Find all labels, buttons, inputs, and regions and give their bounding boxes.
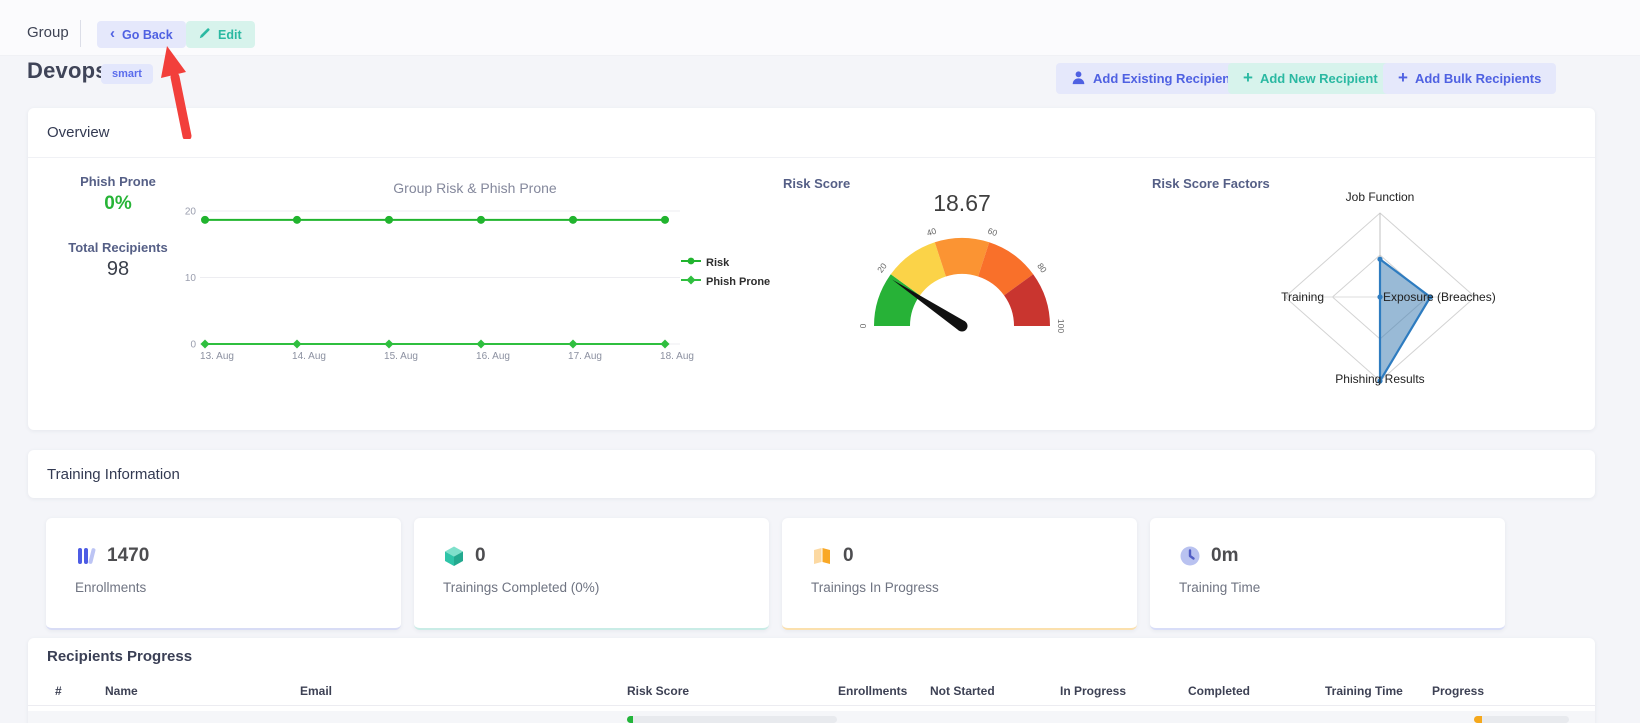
column-header-name: Name [105, 684, 138, 698]
column-header-completed: Completed [1188, 684, 1250, 698]
open-book-icon [811, 545, 833, 567]
breadcrumb: Group [27, 24, 69, 41]
bar-chart-icon [75, 545, 97, 567]
svg-text:40: 40 [925, 226, 937, 239]
total-recipients-label: Total Recipients [48, 240, 188, 255]
risk-score-factors-label: Risk Score Factors [1152, 176, 1270, 191]
svg-text:18. Aug: 18. Aug [660, 351, 694, 362]
add-existing-recipient-label: Add Existing Recipient [1093, 71, 1235, 86]
overview-card: Overview Phish Prone 0% Total Recipients… [28, 108, 1595, 430]
legend-item-phish-prone: Phish Prone [681, 275, 770, 288]
trainings-completed-label: Trainings Completed (0%) [443, 580, 599, 595]
svg-text:0: 0 [190, 340, 196, 351]
training-time-value: 0m [1211, 545, 1238, 567]
enrollments-label: Enrollments [75, 580, 146, 595]
svg-text:15. Aug: 15. Aug [384, 351, 418, 362]
column-header-in-progress: In Progress [1060, 684, 1126, 698]
column-header-progress: Progress [1432, 684, 1484, 698]
svg-text:13. Aug: 13. Aug [200, 351, 234, 362]
stat-card-trainings-in-progress: 0 Trainings In Progress [782, 518, 1137, 630]
line-chart-legend: Risk Phish Prone [681, 256, 770, 288]
user-icon [1071, 70, 1086, 88]
table-row[interactable] [28, 711, 1595, 723]
trainings-in-progress-value: 0 [843, 545, 854, 567]
enrollments-value: 1470 [107, 545, 149, 567]
add-existing-recipient-button[interactable]: Add Existing Recipient [1056, 63, 1250, 94]
go-back-label: Go Back [122, 28, 173, 42]
svg-text:10: 10 [185, 273, 197, 284]
column-header-enrollments: Enrollments [838, 684, 907, 698]
training-information-card: Training Information [28, 450, 1595, 498]
column-header-risk-score: Risk Score [627, 684, 689, 698]
radar-axis-training: Training [1230, 290, 1324, 304]
cube-icon [443, 545, 465, 567]
svg-text:0: 0 [858, 323, 868, 328]
add-new-recipient-label: Add New Recipient [1260, 71, 1378, 86]
risk-score-gauge: 0 20 40 60 80 100 [852, 214, 1072, 339]
column-header-not-started: Not Started [930, 684, 995, 698]
stat-card-training-time: 0m Training Time [1150, 518, 1505, 630]
recipients-progress-card: Recipients Progress # Name Email Risk Sc… [28, 638, 1595, 723]
recipients-table-header: # Name Email Risk Score Enrollments Not … [28, 684, 1595, 704]
stat-card-enrollments: 1470 Enrollments [46, 518, 401, 630]
add-bulk-recipients-button[interactable]: + Add Bulk Recipients [1383, 63, 1556, 94]
svg-text:17. Aug: 17. Aug [568, 351, 602, 362]
breadcrumb-divider [80, 20, 81, 47]
radar-axis-phishing-results: Phishing Results [1320, 372, 1440, 386]
phish-prone-label: Phish Prone [48, 174, 188, 189]
progress-progress-bar [1474, 716, 1569, 723]
training-section-title: Training Information [28, 450, 1595, 498]
column-header-training-time: Training Time [1325, 684, 1403, 698]
risk-score-value: 18.67 [882, 190, 1042, 217]
stat-card-trainings-completed: 0 Trainings Completed (0%) [414, 518, 769, 630]
add-bulk-recipients-label: Add Bulk Recipients [1415, 71, 1541, 86]
table-header-divider [28, 705, 1595, 706]
group-detail-page: Group ‹ Go Back Edit Devops smart Add Ex… [0, 0, 1640, 723]
pencil-icon [199, 27, 211, 42]
total-recipients-value: 98 [48, 258, 188, 281]
phish-prone-series-marker-icon [681, 275, 701, 288]
radar-axis-job-function: Job Function [1320, 190, 1440, 204]
svg-text:20: 20 [875, 261, 889, 275]
risk-series-marker-icon [681, 256, 701, 269]
plus-icon: + [1398, 69, 1408, 86]
trainings-completed-value: 0 [475, 545, 486, 567]
edit-label: Edit [218, 28, 242, 42]
column-header-index: # [55, 684, 62, 698]
svg-text:14. Aug: 14. Aug [292, 351, 326, 362]
add-new-recipient-button[interactable]: + Add New Recipient [1228, 63, 1393, 94]
legend-label-phish-prone: Phish Prone [706, 276, 770, 288]
phish-prone-value: 0% [48, 193, 188, 215]
trainings-in-progress-label: Trainings In Progress [811, 580, 939, 595]
svg-text:60: 60 [987, 226, 999, 239]
risk-score-progress-bar [627, 716, 837, 723]
svg-text:20: 20 [185, 207, 197, 218]
column-header-email: Email [300, 684, 332, 698]
radar-axis-exposure-breaches: Exposure (Breaches) [1383, 290, 1513, 304]
svg-text:100: 100 [1056, 319, 1066, 333]
edit-button[interactable]: Edit [186, 21, 255, 48]
chevron-left-icon: ‹ [110, 26, 115, 41]
svg-text:16. Aug: 16. Aug [476, 351, 510, 362]
svg-text:80: 80 [1035, 261, 1049, 275]
legend-label-risk: Risk [706, 257, 729, 269]
training-time-label: Training Time [1179, 580, 1260, 595]
line-chart-title: Group Risk & Phish Prone [175, 180, 775, 196]
recipients-section-title: Recipients Progress [47, 648, 192, 665]
overview-section-title: Overview [28, 108, 1595, 158]
plus-icon: + [1243, 69, 1253, 86]
go-back-button[interactable]: ‹ Go Back [97, 21, 186, 48]
risk-score-label: Risk Score [783, 176, 850, 191]
clock-icon [1179, 545, 1201, 567]
page-title: Devops [27, 58, 108, 84]
legend-item-risk: Risk [681, 256, 770, 269]
smart-badge: smart [101, 64, 153, 84]
